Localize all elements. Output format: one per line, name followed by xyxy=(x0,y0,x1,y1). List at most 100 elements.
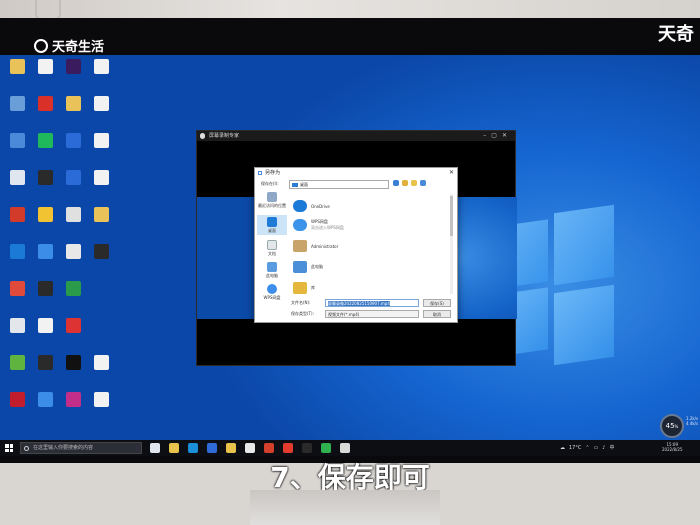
taskbar-app-icon[interactable] xyxy=(245,443,255,453)
close-icon[interactable]: ✕ xyxy=(449,168,454,178)
volume-icon[interactable]: ♪ xyxy=(602,442,605,454)
desktop-shortcut-icon[interactable] xyxy=(86,133,116,148)
dialog-icon xyxy=(258,171,262,175)
desktop-shortcut-icon[interactable] xyxy=(86,355,116,370)
taskbar-app-icon[interactable] xyxy=(283,443,293,453)
network-icon[interactable]: ▭ xyxy=(594,442,599,454)
desktop-shortcut-icon[interactable] xyxy=(2,392,32,407)
desktop-shortcut-icon[interactable] xyxy=(58,133,88,148)
taskbar-app-icon[interactable] xyxy=(264,443,274,453)
shortcut-glyph-icon xyxy=(9,281,25,296)
shortcut-glyph-icon xyxy=(9,59,25,74)
desktop-shortcut-icon[interactable] xyxy=(86,207,116,222)
desktop-shortcut-icon[interactable] xyxy=(2,59,32,74)
desktop-shortcut-icon[interactable] xyxy=(30,207,60,222)
taskbar-app-icon[interactable] xyxy=(321,443,331,453)
taskbar-app-icon[interactable] xyxy=(169,443,179,453)
desktop-shortcut-icon[interactable] xyxy=(2,318,32,333)
desktop-shortcut-icon[interactable] xyxy=(2,244,32,259)
shortcut-glyph-icon xyxy=(65,281,81,296)
taskbar-app-icon[interactable] xyxy=(150,443,160,453)
place-recent[interactable]: 最近访问的位置 xyxy=(257,192,287,209)
desktop-shortcut-icon[interactable] xyxy=(2,281,32,296)
new-folder-icon[interactable] xyxy=(411,180,417,186)
place-this-pc[interactable]: 此电脑 xyxy=(257,262,287,279)
place-wps-cloud[interactable]: WPS网盘 xyxy=(257,284,287,301)
desktop-shortcut-icon[interactable] xyxy=(58,59,88,74)
clock[interactable]: 15:09 2022/8/25 xyxy=(662,442,683,452)
desktop-shortcut-icon[interactable] xyxy=(30,59,60,74)
desktop-shortcut-icon[interactable] xyxy=(86,170,116,185)
desktop-shortcut-icon[interactable] xyxy=(30,96,60,111)
start-button-icon[interactable] xyxy=(5,444,13,452)
desktop-shortcut-icon[interactable] xyxy=(58,207,88,222)
weather-icon[interactable]: ☁ xyxy=(560,442,565,454)
desktop-shortcut-icon[interactable] xyxy=(2,96,32,111)
location-dropdown[interactable]: 桌面 xyxy=(289,180,389,189)
shortcut-glyph-icon xyxy=(93,392,109,407)
desktop-icon xyxy=(267,217,277,227)
desktop-shortcut-icon[interactable] xyxy=(30,355,60,370)
app-title: 屏幕录制专家 xyxy=(209,133,240,139)
dialog-title-bar[interactable]: 另存为 ✕ xyxy=(255,168,457,178)
filename-label: 文件名(N): xyxy=(291,300,311,305)
tray-arrow-icon[interactable]: ⌃ xyxy=(585,442,589,454)
desktop-shortcut-icon[interactable] xyxy=(86,96,116,111)
network-widget[interactable]: 45% xyxy=(660,414,684,438)
taskbar-search[interactable]: 在这里输入你要搜索的内容 xyxy=(20,442,142,454)
file-item-wps[interactable]: WPS网盘 双击进入WPS网盘 xyxy=(293,219,344,231)
desktop-shortcut-icon[interactable] xyxy=(2,355,32,370)
desktop-shortcut-icon[interactable] xyxy=(58,244,88,259)
desktop-shortcut-icon[interactable] xyxy=(58,355,88,370)
onedrive-icon xyxy=(293,200,307,212)
taskbar-app-icon[interactable] xyxy=(340,443,350,453)
save-as-dialog[interactable]: 另存为 ✕ 保存在(I): 桌面 最近访问的位置 桌面 文档 此电脑 WPS网盘… xyxy=(254,167,458,323)
desktop-shortcut-icon[interactable] xyxy=(58,170,88,185)
ime-indicator[interactable]: 中 xyxy=(610,442,615,454)
filename-input[interactable]: 屏幕录像20220825150907.mp4 xyxy=(325,299,419,307)
desktop-shortcut-icon[interactable] xyxy=(2,133,32,148)
place-documents[interactable]: 文档 xyxy=(257,240,287,257)
taskbar-app-icon[interactable] xyxy=(188,443,198,453)
file-item-onedrive[interactable]: OneDrive xyxy=(293,200,330,212)
watermark-logo: 天奇生活 xyxy=(34,36,104,55)
desktop-shortcut-icon[interactable] xyxy=(30,170,60,185)
scrollbar[interactable] xyxy=(450,194,453,294)
taskbar-app-icon[interactable] xyxy=(226,443,236,453)
desktop-shortcut-icon[interactable] xyxy=(58,281,88,296)
app-title-bar[interactable]: 屏幕录制专家 –▢✕ xyxy=(197,131,515,141)
documents-icon xyxy=(267,240,277,250)
shortcut-glyph-icon xyxy=(37,133,53,148)
desktop-shortcut-icon[interactable] xyxy=(30,281,60,296)
desktop-shortcut-icon[interactable] xyxy=(86,244,116,259)
view-menu-icon[interactable] xyxy=(420,180,426,186)
scrollbar-thumb[interactable] xyxy=(450,196,453,236)
desktop-shortcut-icon[interactable] xyxy=(30,133,60,148)
save-button[interactable]: 保存(S) xyxy=(423,299,451,307)
up-folder-icon[interactable] xyxy=(402,180,408,186)
place-desktop[interactable]: 桌面 xyxy=(257,215,287,235)
desktop-shortcut-icon[interactable] xyxy=(86,59,116,74)
desktop-shortcut-icon[interactable] xyxy=(86,392,116,407)
desktop-shortcut-icon[interactable] xyxy=(30,392,60,407)
window-controls[interactable]: –▢✕ xyxy=(483,131,512,141)
back-icon[interactable] xyxy=(393,180,399,186)
desktop-shortcut-icon[interactable] xyxy=(2,207,32,222)
file-item-library[interactable]: 库 xyxy=(293,282,315,294)
shortcut-glyph-icon xyxy=(37,281,53,296)
desktop-shortcut-icon[interactable] xyxy=(30,318,60,333)
taskbar-app-icon[interactable] xyxy=(207,443,217,453)
desktop-shortcut-icon[interactable] xyxy=(58,392,88,407)
desktop-shortcut-icon[interactable] xyxy=(30,244,60,259)
taskbar: 在这里输入你要搜索的内容 ☁ 17°C ⌃ ▭ ♪ 中 15:09 2022/8… xyxy=(0,440,700,456)
filetype-select[interactable]: 视频文件(*.mp4) xyxy=(325,310,419,318)
file-item-user[interactable]: Administrator xyxy=(293,240,338,252)
desktop-shortcut-icon[interactable] xyxy=(2,170,32,185)
desktop-shortcut-icon[interactable] xyxy=(58,96,88,111)
shortcut-glyph-icon xyxy=(93,170,109,185)
desktop-shortcut-icon[interactable] xyxy=(58,318,88,333)
shortcut-glyph-icon xyxy=(93,244,109,259)
cancel-button[interactable]: 取消 xyxy=(423,310,451,318)
taskbar-app-icon[interactable] xyxy=(302,443,312,453)
file-item-this-pc[interactable]: 此电脑 xyxy=(293,261,323,273)
